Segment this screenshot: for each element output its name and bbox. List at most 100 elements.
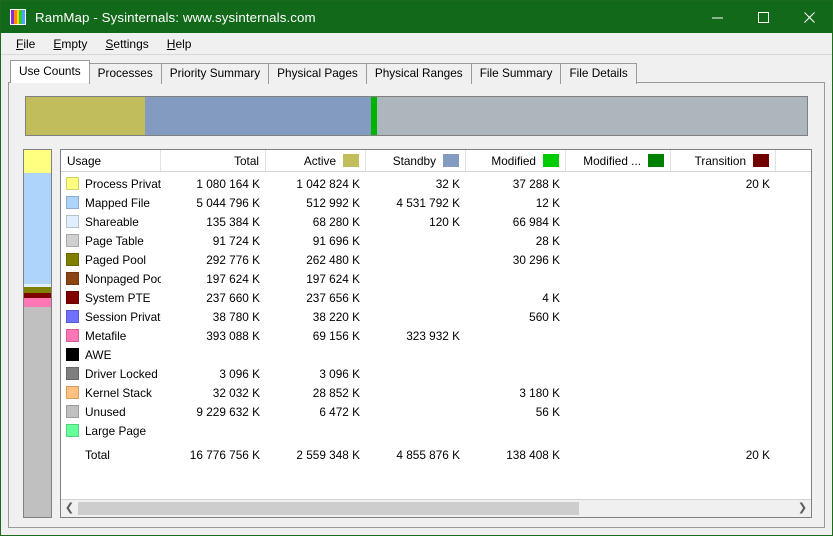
cell-total: 135 384 K bbox=[206, 214, 260, 229]
cell-transition bbox=[671, 269, 776, 288]
memory-segment-standby bbox=[145, 97, 372, 135]
memory-segment-free bbox=[377, 97, 807, 135]
menu-file[interactable]: File bbox=[7, 35, 44, 53]
usage-label: Metafile bbox=[85, 328, 127, 343]
tab-file-summary[interactable]: File Summary bbox=[470, 63, 562, 84]
cell-modified-nowrite bbox=[566, 231, 671, 250]
cell-modified-nowrite bbox=[566, 250, 671, 269]
table-row[interactable]: Nonpaged Pool 197 624 K 197 624 K bbox=[61, 269, 811, 288]
cell-transition bbox=[671, 193, 776, 212]
table-row[interactable]: Page Table 91 724 K 91 696 K 28 K bbox=[61, 231, 811, 250]
total-label: Total bbox=[85, 447, 110, 462]
cell-active: 2 559 348 K bbox=[296, 447, 360, 462]
grid-header: Usage Total Active Standby Modified Modi… bbox=[61, 150, 811, 172]
cell-usage: AWE bbox=[61, 345, 161, 364]
cell-standby bbox=[366, 250, 466, 269]
usage-label: Large Page bbox=[85, 423, 147, 438]
column-header-active[interactable]: Active bbox=[266, 150, 366, 171]
table-row[interactable]: AWE bbox=[61, 345, 811, 364]
usage-label: Shareable bbox=[85, 214, 139, 229]
column-header-usage[interactable]: Usage bbox=[61, 150, 161, 171]
memory-segment-active bbox=[26, 97, 146, 135]
tab-physical-pages[interactable]: Physical Pages bbox=[268, 63, 367, 84]
table-row[interactable]: Session Private 38 780 K 38 220 K 560 K bbox=[61, 307, 811, 326]
tab-priority-summary[interactable]: Priority Summary bbox=[160, 63, 270, 84]
cell-active: 262 480 K bbox=[306, 252, 360, 267]
cell-usage: System PTE bbox=[61, 288, 161, 307]
cell-modified-nowrite bbox=[566, 269, 671, 288]
cell-standby bbox=[366, 383, 466, 402]
cell-transition: 20 K bbox=[745, 447, 770, 462]
cell-standby bbox=[366, 402, 466, 421]
table-row[interactable]: System PTE 237 660 K 237 656 K 4 K bbox=[61, 288, 811, 307]
cell-modified-nowrite bbox=[566, 402, 671, 421]
scrollbar-track[interactable] bbox=[78, 500, 794, 517]
usage-swatch-icon bbox=[66, 329, 79, 342]
minimize-button[interactable] bbox=[694, 1, 740, 33]
horizontal-scrollbar[interactable]: ❮ ❯ bbox=[61, 499, 811, 517]
cell-standby bbox=[366, 364, 466, 383]
tab-processes[interactable]: Processes bbox=[88, 63, 162, 84]
chevron-left-icon[interactable]: ❮ bbox=[61, 500, 78, 517]
table-row[interactable]: Large Page bbox=[61, 421, 811, 440]
tab-page-use-counts: Usage Total Active Standby Modified Modi… bbox=[8, 82, 825, 528]
tab-label: File Details bbox=[569, 66, 628, 80]
menu-help[interactable]: Help bbox=[158, 35, 201, 53]
tab-physical-ranges[interactable]: Physical Ranges bbox=[365, 63, 472, 84]
cell-standby: 120 K bbox=[429, 214, 460, 229]
close-button[interactable] bbox=[786, 1, 832, 33]
cell-usage: Large Page bbox=[61, 421, 161, 440]
tab-use-counts[interactable]: Use Counts bbox=[10, 60, 90, 83]
cell-active: 1 042 824 K bbox=[296, 176, 360, 191]
usage-swatch-icon bbox=[66, 177, 79, 190]
cell-modified-nowrite bbox=[566, 445, 671, 464]
table-row[interactable]: Paged Pool 292 776 K 262 480 K 30 296 K bbox=[61, 250, 811, 269]
table-row[interactable]: Process Private 1 080 164 K 1 042 824 K 32 … bbox=[61, 174, 811, 193]
menu-bar: File Empty Settings Help bbox=[1, 33, 832, 55]
usage-label: Kernel Stack bbox=[85, 385, 152, 400]
table-row[interactable]: Unused 9 229 632 K 6 472 K 56 K bbox=[61, 402, 811, 421]
column-header-standby[interactable]: Standby bbox=[366, 150, 466, 171]
maximize-button[interactable] bbox=[740, 1, 786, 33]
grid-rows: Process Private 1 080 164 K 1 042 824 K 32 … bbox=[61, 172, 811, 499]
cell-standby: 4 531 792 K bbox=[396, 195, 460, 210]
cell-modified bbox=[466, 364, 566, 383]
menu-settings[interactable]: Settings bbox=[96, 35, 157, 53]
table-row[interactable]: Shareable 135 384 K 68 280 K 120 K 66 984 K bbox=[61, 212, 811, 231]
menu-label-rest: mpty bbox=[61, 36, 88, 51]
tab-label: Use Counts bbox=[19, 64, 81, 78]
column-header-modified-nowrite[interactable]: Modified ... bbox=[566, 150, 671, 171]
usage-segment-process-private bbox=[24, 150, 51, 174]
cell-standby: 323 932 K bbox=[406, 328, 460, 343]
column-header-modified[interactable]: Modified bbox=[466, 150, 566, 171]
scrollbar-thumb[interactable] bbox=[78, 502, 580, 515]
cell-modified-nowrite bbox=[566, 345, 671, 364]
cell-usage: Process Private bbox=[61, 174, 161, 193]
column-header-total[interactable]: Total bbox=[161, 150, 266, 171]
usage-type-bar bbox=[23, 149, 52, 518]
table-row[interactable]: Kernel Stack 32 032 K 28 852 K 3 180 K bbox=[61, 383, 811, 402]
cell-active: 512 992 K bbox=[306, 195, 360, 210]
menu-empty[interactable]: Empty bbox=[44, 35, 96, 53]
cell-modified-nowrite bbox=[566, 212, 671, 231]
cell-usage: Session Private bbox=[61, 307, 161, 326]
usage-label: Driver Locked bbox=[85, 366, 158, 381]
chevron-right-icon[interactable]: ❯ bbox=[794, 500, 811, 517]
usage-label: Paged Pool bbox=[85, 252, 147, 267]
usage-swatch-icon bbox=[66, 386, 79, 399]
table-row[interactable]: Metafile 393 088 K 69 156 K 323 932 K bbox=[61, 326, 811, 345]
cell-standby bbox=[366, 231, 466, 250]
cell-total: 9 229 632 K bbox=[196, 404, 260, 419]
table-row[interactable]: Driver Locked 3 096 K 3 096 K bbox=[61, 364, 811, 383]
usage-segment-mapped-file bbox=[24, 173, 51, 284]
usage-swatch-icon bbox=[66, 405, 79, 418]
cell-active: 3 096 K bbox=[319, 366, 360, 381]
usage-label: System PTE bbox=[85, 290, 151, 305]
tab-file-details[interactable]: File Details bbox=[560, 63, 637, 84]
cell-total: 16 776 756 K bbox=[189, 447, 260, 462]
cell-total bbox=[161, 421, 266, 440]
cell-usage: Metafile bbox=[61, 326, 161, 345]
cell-active: 197 624 K bbox=[306, 271, 360, 286]
column-header-transition[interactable]: Transition bbox=[671, 150, 776, 171]
table-row[interactable]: Mapped File 5 044 796 K 512 992 K 4 531 792… bbox=[61, 193, 811, 212]
